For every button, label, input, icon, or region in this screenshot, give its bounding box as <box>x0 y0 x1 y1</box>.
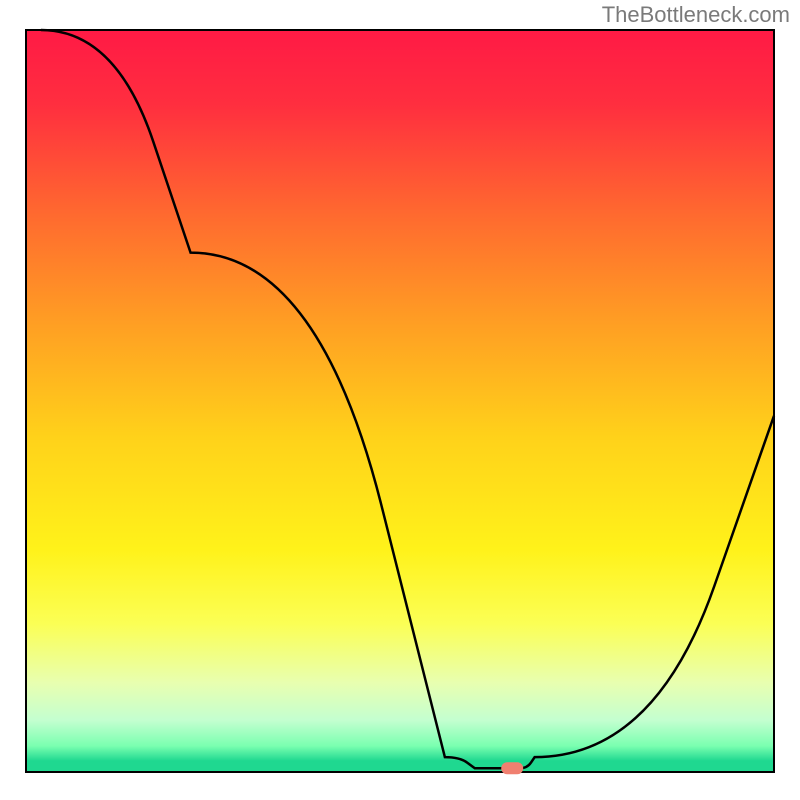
optimal-marker <box>501 762 523 774</box>
bottleneck-chart <box>0 0 800 800</box>
plot-background <box>26 30 774 772</box>
watermark-text: TheBottleneck.com <box>602 2 790 28</box>
chart-container: { "watermark": "TheBottleneck.com", "cha… <box>0 0 800 800</box>
